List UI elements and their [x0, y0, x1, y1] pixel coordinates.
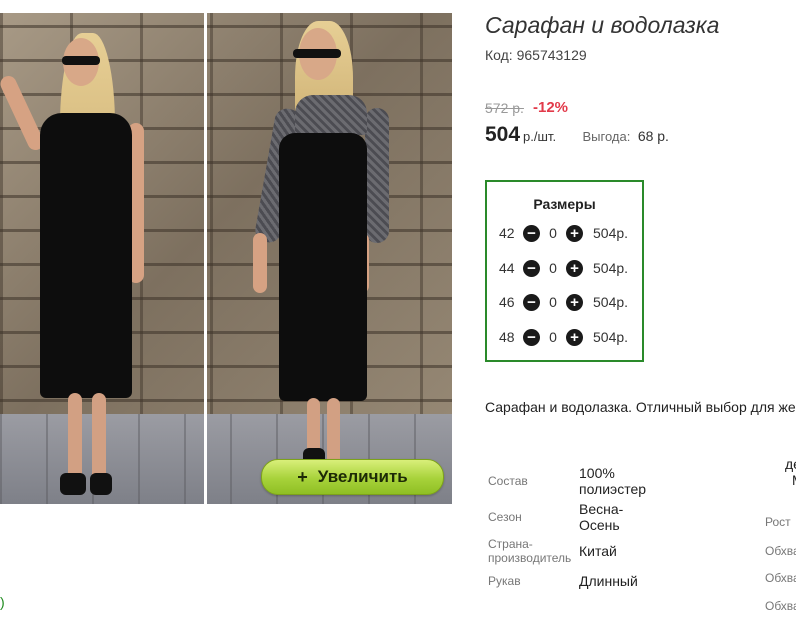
size-row: 42 − 0 + 504р. — [499, 223, 628, 243]
product-title: Сарафан и водолазка — [485, 12, 720, 38]
spec-value-sleeve: Длинный — [579, 573, 638, 589]
product-description: Сарафан и водолазка. Отличный выбор для … — [485, 399, 796, 415]
sizes-title: Размеры — [533, 196, 596, 212]
measure-table-header-fragment: M — [792, 472, 796, 488]
discount-badge: -12% — [533, 99, 569, 116]
measure-label-height: Рост — [765, 515, 791, 529]
spec-label-season: Сезон — [488, 510, 522, 524]
product-code: Код: 965743129 — [485, 47, 587, 63]
minus-icon[interactable]: − — [523, 293, 540, 311]
model-figure-right — [207, 13, 452, 504]
size-price: 504р. — [593, 225, 629, 241]
minus-icon[interactable]: − — [523, 224, 540, 242]
price-unit: р./шт. — [523, 129, 557, 144]
model-figure-left — [0, 13, 204, 504]
quantity-value: 0 — [549, 225, 557, 241]
plus-icon[interactable]: + — [566, 259, 583, 277]
minus-icon[interactable]: − — [523, 259, 540, 277]
spec-label-country: Страна-производитель — [488, 537, 572, 565]
product-photo[interactable]: + Увеличить — [0, 13, 452, 504]
size-row: 48 − 0 + 504р. — [499, 327, 628, 347]
size-value: 48 — [499, 329, 515, 345]
plus-icon: + — [297, 466, 308, 487]
measure-label-girth: Обхва — [765, 599, 796, 613]
quantity-value: 0 — [549, 329, 557, 345]
zoom-button[interactable]: + Увеличить — [261, 459, 444, 495]
price-row: 504 р./шт. Выгода: 68 р. — [485, 123, 669, 147]
left-text-fragment: ) — [0, 594, 5, 610]
size-row: 46 − 0 + 504р. — [499, 292, 628, 312]
size-value: 46 — [499, 294, 515, 310]
minus-icon[interactable]: − — [523, 328, 540, 346]
measure-table-header-fragment: де — [785, 456, 796, 472]
zoom-button-label: Увеличить — [317, 467, 408, 486]
size-value: 42 — [499, 225, 515, 241]
size-row: 44 − 0 + 504р. — [499, 258, 628, 278]
savings-value: 68 р. — [637, 128, 669, 144]
size-price: 504р. — [593, 329, 629, 345]
current-price: 504 — [485, 123, 521, 146]
measure-label-girth: Обхва — [765, 544, 796, 558]
size-value: 44 — [499, 260, 515, 276]
spec-value-country: Китай — [579, 543, 617, 559]
spec-value-composition: 100% полиэстер — [579, 465, 647, 497]
plus-icon[interactable]: + — [566, 328, 583, 346]
quantity-value: 0 — [549, 294, 557, 310]
measure-label-girth: Обхва — [765, 571, 796, 585]
sizes-panel: Размеры 42 − 0 + 504р. 44 − 0 + 504р. 46… — [485, 180, 644, 362]
size-price: 504р. — [593, 294, 629, 310]
spec-value-season: Весна-Осень — [579, 501, 624, 533]
size-price: 504р. — [593, 260, 629, 276]
plus-icon[interactable]: + — [566, 293, 583, 311]
old-price: 572 р. — [485, 100, 524, 116]
quantity-value: 0 — [549, 260, 557, 276]
savings-label: Выгода: — [582, 129, 631, 144]
spec-label-sleeve: Рукав — [488, 574, 521, 588]
spec-label-composition: Состав — [488, 474, 528, 488]
plus-icon[interactable]: + — [566, 224, 583, 242]
